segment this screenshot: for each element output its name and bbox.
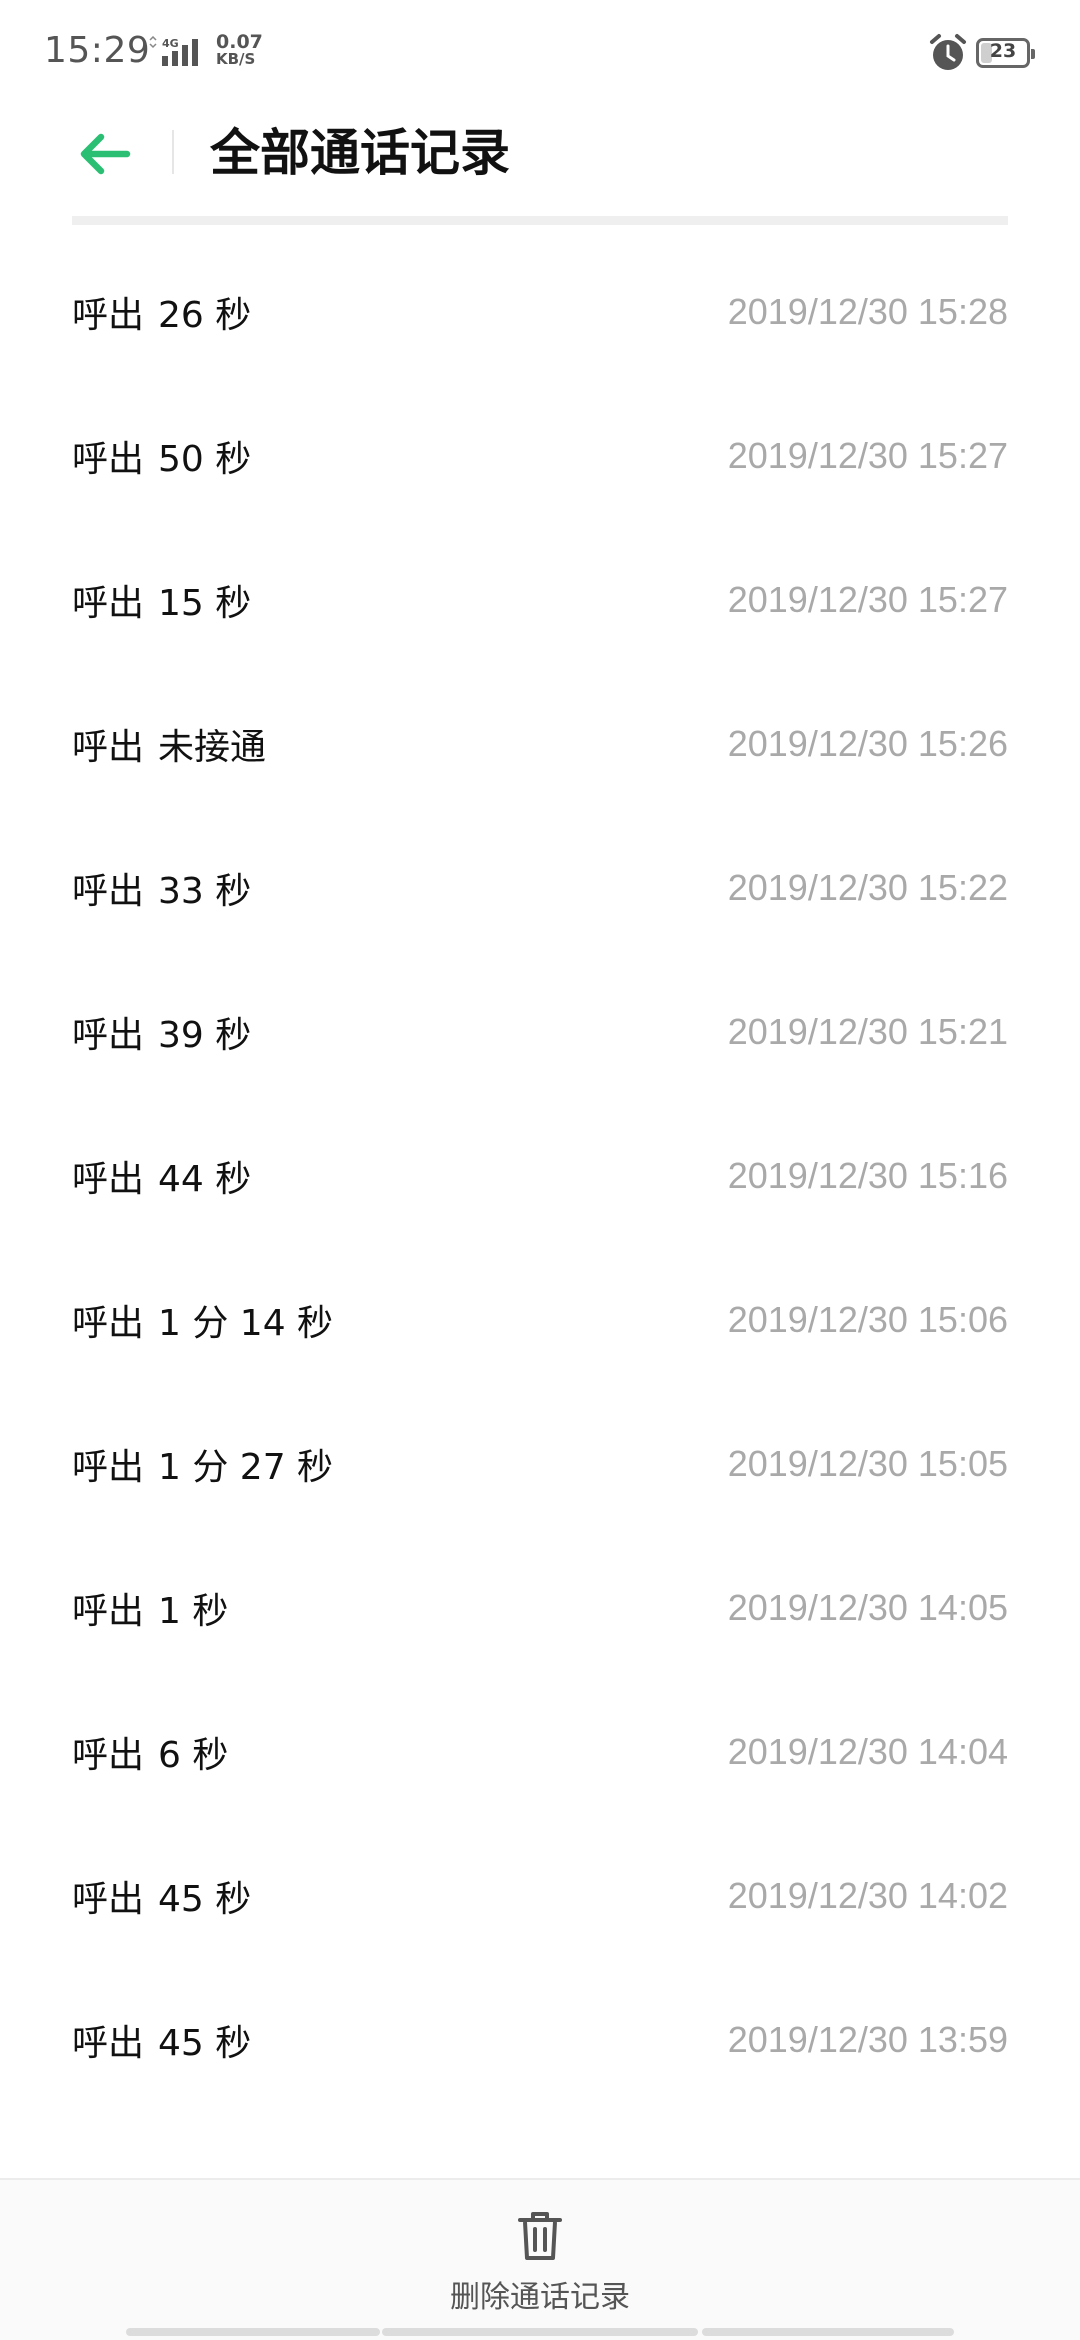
battery-indicator: 23 xyxy=(976,38,1035,68)
call-log-item[interactable]: 呼出 未接通 2019/12/30 15:26 xyxy=(0,672,1080,816)
call-log-item[interactable]: 呼出 33 秒 2019/12/30 15:22 xyxy=(0,816,1080,960)
alarm-clock-icon xyxy=(930,34,966,70)
call-timestamp: 2019/12/30 14:02 xyxy=(727,1875,1008,1916)
call-description: 呼出 50 秒 xyxy=(72,430,251,482)
delete-call-log-button[interactable]: 删除通话记录 xyxy=(390,2180,690,2330)
call-type: 呼出 xyxy=(72,1159,145,1200)
call-type: 呼出 xyxy=(72,1015,145,1056)
arrow-left-icon xyxy=(80,133,131,175)
call-description: 呼出 15 秒 xyxy=(72,574,251,626)
call-log-item[interactable]: 呼出 45 秒 2019/12/30 13:59 xyxy=(0,1968,1080,2112)
bottom-toolbar: 删除通话记录 xyxy=(0,2178,1080,2340)
call-description: 呼出 1 分 14 秒 xyxy=(72,1294,333,1346)
nav-indicator-left xyxy=(126,2328,380,2336)
call-log-item[interactable]: 呼出 15 秒 2019/12/30 15:27 xyxy=(0,528,1080,672)
call-type: 呼出 xyxy=(72,871,145,912)
call-log-item[interactable]: 呼出 1 秒 2019/12/30 14:05 xyxy=(0,1536,1080,1680)
delete-call-log-label: 删除通话记录 xyxy=(450,2280,630,2315)
call-duration: 未接通 xyxy=(158,727,267,768)
battery-level: 23 xyxy=(989,40,1017,62)
call-timestamp: 2019/12/30 15:06 xyxy=(727,1299,1008,1340)
call-log-item[interactable]: 呼出 6 秒 2019/12/30 14:04 xyxy=(0,1680,1080,1824)
call-duration: 15 秒 xyxy=(158,583,252,624)
call-description: 呼出 未接通 xyxy=(72,718,266,770)
call-timestamp: 2019/12/30 15:21 xyxy=(727,1011,1008,1052)
call-duration: 1 秒 xyxy=(158,1591,229,1632)
call-timestamp: 2019/12/30 15:22 xyxy=(727,867,1008,908)
nav-indicator-center xyxy=(382,2328,698,2336)
call-duration: 6 秒 xyxy=(158,1735,229,1776)
call-timestamp: 2019/12/30 14:04 xyxy=(727,1731,1008,1772)
call-type: 呼出 xyxy=(72,1735,145,1776)
call-type: 呼出 xyxy=(72,1303,145,1344)
call-duration: 1 分 14 秒 xyxy=(158,1303,334,1344)
call-type: 呼出 xyxy=(72,1591,145,1632)
call-description: 呼出 44 秒 xyxy=(72,1150,251,1202)
call-type: 呼出 xyxy=(72,439,145,480)
status-bar: 15:29 4G 0.07 KB/S 23 xyxy=(0,0,1080,104)
signal-icon: 4G xyxy=(149,36,198,66)
call-type: 呼出 xyxy=(72,727,145,768)
back-button[interactable] xyxy=(70,124,140,184)
header-divider xyxy=(172,130,174,174)
call-duration: 33 秒 xyxy=(158,871,252,912)
call-timestamp: 2019/12/30 15:26 xyxy=(727,723,1008,764)
call-duration: 26 秒 xyxy=(158,295,252,336)
header-separator xyxy=(72,216,1008,225)
call-type: 呼出 xyxy=(72,583,145,624)
svg-text:4G: 4G xyxy=(162,37,179,50)
call-type: 呼出 xyxy=(72,1879,145,1920)
call-description: 呼出 1 秒 xyxy=(72,1582,228,1634)
header: 全部通话记录 xyxy=(0,104,1080,220)
call-duration: 45 秒 xyxy=(158,2023,252,2064)
call-log-item[interactable]: 呼出 26 秒 2019/12/30 15:28 xyxy=(0,240,1080,384)
network-speed: 0.07 KB/S xyxy=(216,31,276,68)
call-duration: 45 秒 xyxy=(158,1879,252,1920)
call-log-item[interactable]: 呼出 50 秒 2019/12/30 15:27 xyxy=(0,384,1080,528)
call-description: 呼出 45 秒 xyxy=(72,1870,251,1922)
call-duration: 50 秒 xyxy=(158,439,252,480)
call-description: 呼出 26 秒 xyxy=(72,286,251,338)
call-log-item[interactable]: 呼出 1 分 27 秒 2019/12/30 15:05 xyxy=(0,1392,1080,1536)
call-description: 呼出 39 秒 xyxy=(72,1006,251,1058)
call-timestamp: 2019/12/30 14:05 xyxy=(727,1587,1008,1628)
network-speed-unit: KB/S xyxy=(216,50,256,68)
call-type: 呼出 xyxy=(72,295,145,336)
call-description: 呼出 45 秒 xyxy=(72,2014,251,2066)
call-duration: 1 分 27 秒 xyxy=(158,1447,334,1488)
call-log-item[interactable]: 呼出 45 秒 2019/12/30 14:02 xyxy=(0,1824,1080,1968)
call-log-list: 呼出 26 秒 2019/12/30 15:28 呼出 50 秒 2019/12/3… xyxy=(0,240,1080,2112)
call-timestamp: 2019/12/30 15:28 xyxy=(727,291,1008,332)
call-description: 呼出 1 分 27 秒 xyxy=(72,1438,333,1490)
network-speed-value: 0.07 xyxy=(216,31,263,53)
call-timestamp: 2019/12/30 15:27 xyxy=(727,435,1008,476)
call-timestamp: 2019/12/30 13:59 xyxy=(727,2019,1008,2060)
page-title: 全部通话记录 xyxy=(210,124,510,182)
call-description: 呼出 6 秒 xyxy=(72,1726,228,1778)
call-log-item[interactable]: 呼出 39 秒 2019/12/30 15:21 xyxy=(0,960,1080,1104)
call-log-item[interactable]: 呼出 1 分 14 秒 2019/12/30 15:06 xyxy=(0,1248,1080,1392)
nav-indicator-right xyxy=(702,2328,954,2336)
trash-icon xyxy=(518,2212,562,2260)
call-type: 呼出 xyxy=(72,1447,145,1488)
call-type: 呼出 xyxy=(72,2023,145,2064)
status-time: 15:29 xyxy=(44,30,151,71)
call-timestamp: 2019/12/30 15:16 xyxy=(727,1155,1008,1196)
call-duration: 44 秒 xyxy=(158,1159,252,1200)
call-log-item[interactable]: 呼出 44 秒 2019/12/30 15:16 xyxy=(0,1104,1080,1248)
call-description: 呼出 33 秒 xyxy=(72,862,251,914)
call-duration: 39 秒 xyxy=(158,1015,252,1056)
call-timestamp: 2019/12/30 15:05 xyxy=(727,1443,1008,1484)
call-timestamp: 2019/12/30 15:27 xyxy=(727,579,1008,620)
